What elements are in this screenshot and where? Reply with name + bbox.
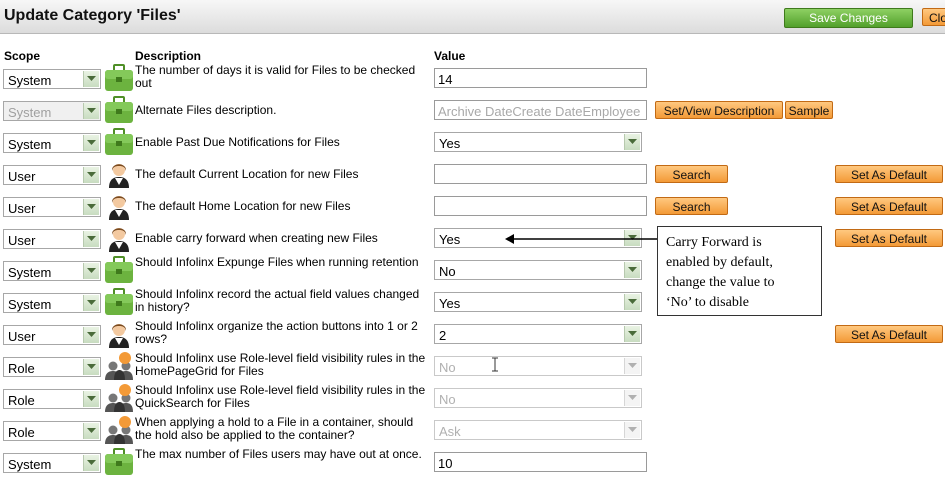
text-cursor-icon	[492, 357, 498, 372]
callout-note: Carry Forward is enabled by default, cha…	[657, 226, 822, 316]
callout-line: ‘No’ to disable	[666, 295, 749, 310]
callout-line: Carry Forward is	[666, 235, 762, 250]
callout-line: change the value to	[666, 275, 775, 290]
callout-line: enabled by default,	[666, 255, 773, 270]
